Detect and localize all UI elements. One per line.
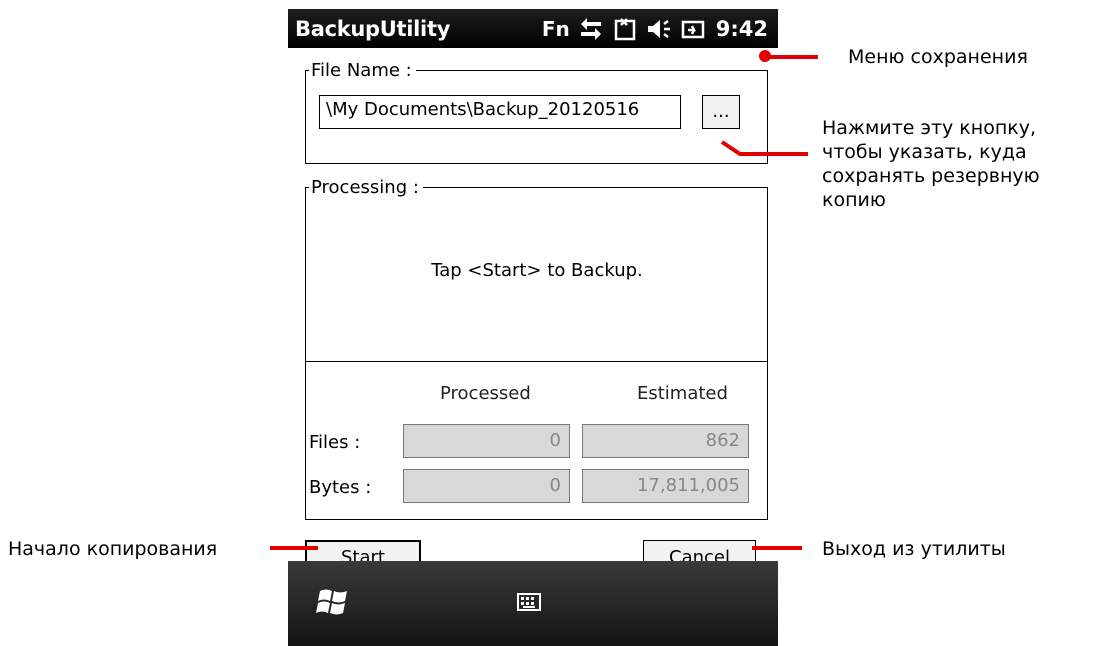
fn-indicator: Fn [541,17,570,41]
volume-icon[interactable] [646,17,672,41]
callout-exit-utility: Выход из утилиты [822,538,1006,560]
estimated-column-header: Estimated [637,383,728,404]
windows-start-icon[interactable] [316,585,352,623]
clock: 9:42 [715,17,768,41]
callout-browse-line-2: чтобы указать, куда [822,141,1027,163]
processing-message: Tap <Start> to Backup. [431,260,643,281]
callout-browse-line-1: Нажмите эту кнопку, [822,117,1037,139]
callout-start-copy: Начало копирования [8,538,218,560]
start-pointer-line [270,546,318,550]
taskbar [288,561,778,646]
files-label: Files : [309,432,361,453]
bytes-processed-value: 0 [403,469,570,503]
files-estimated-value: 862 [582,424,749,458]
device-screen: BackupUtility Fn 9:42 File Name: \My Do… [288,9,778,646]
callout-browse: Нажмите эту кнопку, чтобы указать, куда … [822,116,1040,212]
backup-form: File Name : \My Documents\Backup_2012051… [296,48,778,575]
bytes-label: Bytes : [309,477,372,498]
callout-browse-line-4: копию [822,189,886,211]
app-title: BackupUtility [295,17,451,41]
browse-pointer-line [720,140,808,156]
file-path-field[interactable]: \My Documents\Backup_20120516 [319,95,681,129]
processed-column-header: Processed [440,383,531,404]
connection-arrows-icon[interactable] [578,17,604,41]
battery-charging-icon[interactable] [680,17,706,41]
callout-save-menu: Меню сохранения [848,46,1028,68]
status-bar: BackupUtility Fn 9:42 [288,9,778,48]
browse-button[interactable]: ... [702,95,740,129]
processing-legend: Processing : [311,177,419,198]
cancel-pointer-line [752,546,802,550]
files-processed-value: 0 [403,424,570,458]
callout-browse-line-3: сохранять резервную [822,165,1040,187]
file-name-legend: File Name : [311,60,412,81]
sync-icon[interactable] [612,17,638,41]
bytes-estimated-value: 17,811,005 [582,469,749,503]
save-menu-pointer-line [766,55,818,59]
status-icons: Fn 9:42 [542,17,768,41]
keyboard-icon[interactable] [517,592,541,616]
